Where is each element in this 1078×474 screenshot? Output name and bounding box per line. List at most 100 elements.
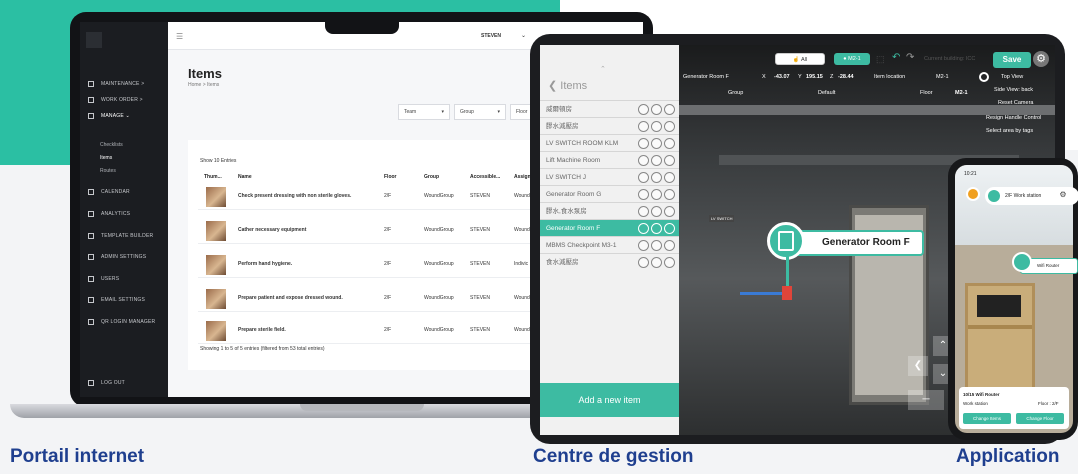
top-view-button[interactable]: Top View — [1001, 74, 1023, 80]
close-icon[interactable] — [664, 138, 675, 149]
item-marker-label[interactable]: Generator Room F — [786, 230, 924, 256]
sidebar-item-qr-login-manager[interactable]: QR LOGIN MANAGER — [80, 314, 168, 330]
submenu-items[interactable]: Items — [100, 155, 112, 161]
item-floor: 2/F — [384, 327, 392, 333]
list-item[interactable]: Generator Room G — [540, 185, 679, 202]
eye-icon[interactable] — [638, 223, 649, 234]
sidebar-item-log-out[interactable]: LOG OUT — [80, 375, 168, 391]
list-item[interactable]: LV SWITCH ROOM KLM — [540, 134, 679, 151]
list-item[interactable]: 威爾頓房 — [540, 100, 679, 117]
submenu-checklists[interactable]: Checklists — [100, 142, 123, 148]
copy-icon[interactable] — [651, 138, 662, 149]
copy-icon[interactable] — [651, 189, 662, 200]
item-actions — [638, 206, 675, 217]
hud-group-value[interactable]: Default — [818, 90, 835, 96]
side-view-button[interactable]: Side View: back — [994, 87, 1033, 93]
list-item[interactable]: LV SWITCH J — [540, 168, 679, 185]
change-floor-button[interactable]: Change Floor — [1016, 413, 1064, 424]
eye-icon[interactable] — [638, 155, 649, 166]
column-header-accessible[interactable]: Accessible... — [470, 174, 500, 180]
redo-icon[interactable]: ↷ — [906, 52, 914, 63]
sidebar-item-calendar[interactable]: CALENDAR — [80, 184, 168, 200]
record-icon[interactable] — [966, 187, 980, 201]
close-icon[interactable] — [664, 206, 675, 217]
camera-background — [955, 165, 1073, 245]
reset-camera-button[interactable]: Reset Camera — [998, 100, 1033, 106]
axis-gizmo-handle[interactable] — [782, 286, 792, 300]
copy-icon[interactable] — [651, 172, 662, 183]
clipboard-icon — [88, 97, 94, 103]
submenu-routes[interactable]: Routes — [100, 168, 116, 174]
save-button[interactable]: Save — [993, 52, 1031, 68]
close-icon[interactable] — [664, 189, 675, 200]
level-toggle[interactable]: ● M2-1 — [834, 53, 870, 65]
list-item[interactable]: 膠水,食水泵房 — [540, 202, 679, 219]
list-item[interactable]: Lift Machine Room — [540, 151, 679, 168]
chevron-down-icon[interactable]: ⌄ — [521, 32, 526, 39]
drag-handle-icon[interactable]: ⌃ — [600, 65, 606, 73]
copy-icon[interactable] — [651, 104, 662, 115]
eye-icon[interactable] — [638, 138, 649, 149]
close-icon[interactable] — [664, 104, 675, 115]
back-button[interactable]: ❮ Items — [548, 79, 587, 92]
user-name[interactable]: STEVEN — [481, 33, 501, 39]
eye-icon[interactable] — [638, 240, 649, 251]
filter-group[interactable]: Group ▾ — [454, 104, 506, 120]
add-new-item-button[interactable]: Add a new item — [540, 383, 679, 417]
change-item-button[interactable]: Change Items — [963, 413, 1011, 424]
list-icon — [88, 113, 94, 119]
close-icon[interactable] — [664, 257, 675, 268]
column-header-assign[interactable]: Assign — [514, 174, 531, 180]
sidebar-item-work-order[interactable]: WORK ORDER > — [80, 92, 168, 108]
copy-icon[interactable] — [651, 206, 662, 217]
close-icon[interactable] — [664, 223, 675, 234]
copy-icon[interactable] — [651, 240, 662, 251]
hud-level-tag: M2-1 — [936, 74, 949, 80]
list-item[interactable]: 膠水減壓房 — [540, 117, 679, 134]
list-item[interactable]: MBMS Checkpoint M3-1 — [540, 236, 679, 253]
settings-icon[interactable]: ⚙ — [1056, 188, 1070, 202]
close-icon[interactable] — [664, 240, 675, 251]
column-header-group[interactable]: Group — [424, 174, 439, 180]
gear-icon[interactable]: ⚙ — [1033, 51, 1049, 67]
eye-icon[interactable] — [638, 189, 649, 200]
zoom-control[interactable]: ─ — [908, 390, 944, 410]
column-header-floor[interactable]: Floor — [384, 174, 397, 180]
list-item[interactable]: 食水減壓房 — [540, 253, 679, 270]
close-icon[interactable] — [664, 172, 675, 183]
column-header-thumbnail[interactable]: Thum... — [204, 174, 222, 180]
view-mode-icon[interactable] — [979, 72, 989, 82]
eye-icon[interactable] — [638, 206, 649, 217]
sidebar-item-manage[interactable]: MANAGE ⌄ — [80, 108, 168, 124]
eye-icon[interactable] — [638, 121, 649, 132]
table-footer-info: Showing 1 to 5 of 5 entries (filtered fr… — [200, 346, 325, 352]
eye-icon[interactable] — [638, 104, 649, 115]
copy-icon[interactable] — [651, 223, 662, 234]
close-icon[interactable] — [664, 121, 675, 132]
sidebar-item-template-builder[interactable]: TEMPLATE BUILDER — [80, 228, 168, 244]
close-icon[interactable] — [664, 155, 675, 166]
filter-all-toggle[interactable]: ☝ All — [775, 53, 825, 65]
list-item[interactable]: Generator Room F — [540, 219, 679, 236]
sidebar-item-email-settings[interactable]: EMAIL SETTINGS — [80, 292, 168, 308]
column-header-name[interactable]: Name — [238, 174, 252, 180]
chevron-left-icon[interactable]: ❮ — [908, 356, 928, 376]
copy-icon[interactable] — [651, 257, 662, 268]
eye-icon[interactable] — [638, 172, 649, 183]
copy-icon[interactable] — [651, 121, 662, 132]
resign-handle-button[interactable]: Resign Handle Control — [986, 115, 1041, 121]
copy-icon[interactable] — [651, 155, 662, 166]
hud-floor-value[interactable]: M2-1 — [955, 90, 968, 96]
hamburger-menu-icon[interactable]: ☰ — [176, 32, 183, 41]
item-accessible: STEVEN — [470, 261, 491, 267]
sidebar-item-maintenance[interactable]: MAINTENANCE > — [80, 76, 168, 92]
filter-team[interactable]: Team ▾ — [398, 104, 450, 120]
undo-icon[interactable]: ↶ — [892, 52, 900, 63]
sidebar-item-users[interactable]: USERS — [80, 271, 168, 287]
select-area-icon[interactable]: ⬚ — [876, 54, 885, 65]
sidebar-item-admin-settings[interactable]: ADMIN SETTINGS — [80, 249, 168, 265]
sidebar-item-analytics[interactable]: ANALYTICS — [80, 206, 168, 222]
eye-icon[interactable] — [638, 257, 649, 268]
show-entries-select[interactable]: Show 10 Entries — [200, 158, 236, 164]
select-by-tags-button[interactable]: Select area by tags — [986, 128, 1033, 134]
